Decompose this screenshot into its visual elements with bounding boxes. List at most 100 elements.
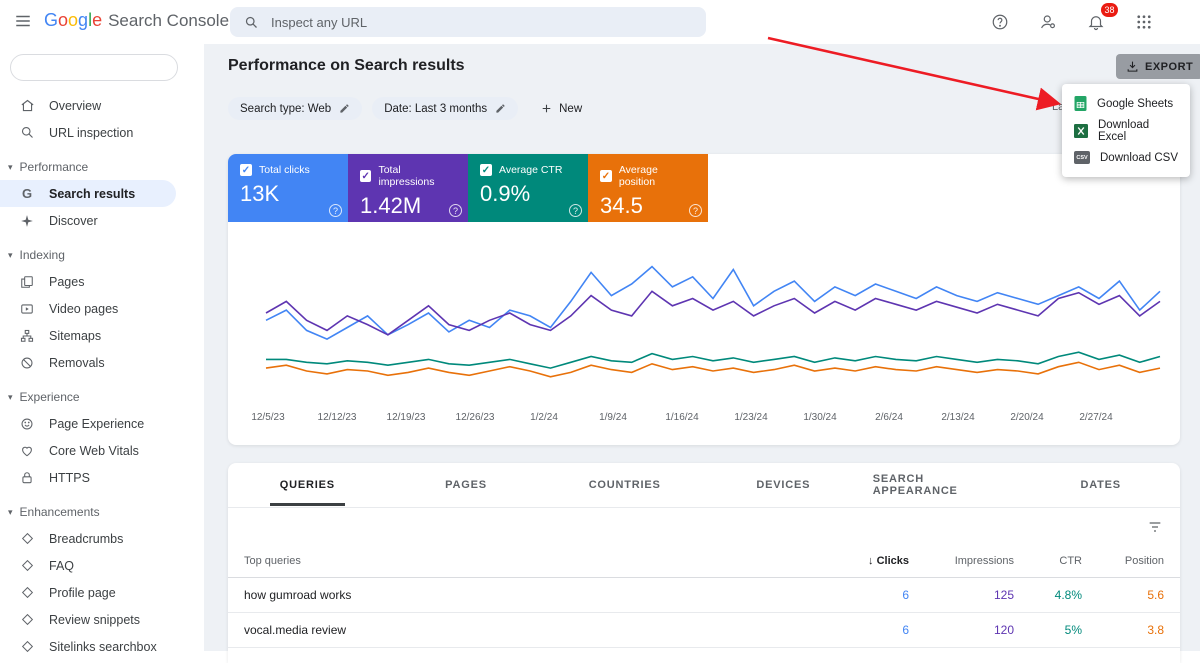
- chevron-down-icon: ▾: [8, 161, 13, 172]
- tab-label: SEARCH APPEARANCE: [872, 473, 958, 497]
- menu-item-label: Google Sheets: [1097, 97, 1174, 110]
- heart-pulse-icon: [18, 444, 36, 458]
- sidebar-item-https[interactable]: HTTPS: [0, 464, 204, 491]
- export-button-label: EXPORT: [1145, 60, 1194, 73]
- total-clicks-card[interactable]: ✓ Total clicks 13K ?: [228, 154, 348, 222]
- export-button[interactable]: EXPORT: [1116, 54, 1200, 79]
- page-title: Performance on Search results: [228, 57, 465, 74]
- sidebar-item-page-experience[interactable]: Page Experience: [0, 410, 204, 437]
- sidebar-item-faq[interactable]: FAQ: [0, 552, 204, 579]
- section-label: Performance: [19, 160, 89, 174]
- metric-label: Total impressions: [378, 164, 435, 188]
- tab-search-appearance[interactable]: SEARCH APPEARANCE: [863, 463, 1022, 507]
- help-circle-icon[interactable]: ?: [569, 204, 582, 217]
- filter-list-icon[interactable]: [1144, 516, 1166, 538]
- sidebar-section-indexing[interactable]: ▾ Indexing: [0, 242, 204, 268]
- sidebar-item-profile-page[interactable]: Profile page: [0, 579, 204, 606]
- product-name: Search Console: [108, 11, 230, 30]
- average-ctr-card[interactable]: ✓ Average CTR 0.9% ?: [468, 154, 588, 222]
- column-header-clicks[interactable]: ↓ Clicks: [789, 555, 909, 567]
- menu-item-download-csv[interactable]: CSV Download CSV: [1062, 144, 1190, 171]
- tab-label: COUNTRIES: [588, 479, 661, 491]
- sidebar-item-label: Search results: [49, 186, 136, 201]
- sidebar-item-video-pages[interactable]: Video pages: [0, 295, 204, 322]
- x-axis-label: 12/19/23: [386, 412, 426, 423]
- sidebar-item-removals[interactable]: Removals: [0, 349, 204, 376]
- user-settings-icon[interactable]: [1032, 6, 1064, 38]
- sidebar-item-url-inspection[interactable]: URL inspection: [0, 119, 204, 146]
- sidebar-item-review-snippets[interactable]: Review snippets: [0, 606, 204, 633]
- chip-label: Search type: Web: [240, 102, 332, 115]
- tab-label: DEVICES: [756, 479, 811, 491]
- average-position-card[interactable]: ✓ Average position 34.5 ?: [588, 154, 708, 222]
- sidebar-item-discover[interactable]: Discover: [0, 207, 204, 234]
- x-axis-label: 1/9/24: [599, 412, 627, 423]
- column-header-position[interactable]: Position: [1082, 555, 1164, 567]
- tab-countries[interactable]: COUNTRIES: [545, 463, 704, 507]
- search-input[interactable]: [271, 14, 651, 30]
- logo-letter: g: [78, 10, 89, 30]
- date-filter-chip[interactable]: Date: Last 3 months: [372, 97, 519, 120]
- x-axis-label: 12/26/23: [455, 412, 495, 423]
- tab-pages[interactable]: PAGES: [387, 463, 546, 507]
- sidebar-section-performance[interactable]: ▾ Performance: [0, 154, 204, 180]
- table-tabs: QUERIES PAGES COUNTRIES DEVICES SEARCH A…: [228, 463, 1180, 508]
- sidebar-nav: Overview URL inspection ▾ Performance G …: [0, 92, 204, 660]
- column-header-ctr[interactable]: CTR: [1014, 555, 1082, 567]
- column-header-impressions[interactable]: Impressions: [909, 555, 1014, 567]
- menu-item-google-sheets[interactable]: Google Sheets: [1062, 90, 1190, 117]
- new-filter-button[interactable]: New: [528, 97, 594, 120]
- sidebar-item-breadcrumbs[interactable]: Breadcrumbs: [0, 525, 204, 552]
- csv-icon: CSV: [1074, 151, 1090, 164]
- query-cell[interactable]: how gumroad works: [244, 588, 789, 602]
- table-row[interactable]: vocal.media review 6 120 5% 3.8: [228, 613, 1180, 648]
- sidebar-item-search-results[interactable]: G Search results: [0, 180, 176, 207]
- sidebar-item-sitelinks-searchbox[interactable]: Sitelinks searchbox: [0, 633, 204, 660]
- sidebar-section-enhancements[interactable]: ▾ Enhancements: [0, 499, 204, 525]
- chip-label: Date: Last 3 months: [384, 102, 488, 115]
- google-logo: Google: [44, 10, 102, 31]
- notifications-bell-icon[interactable]: 38: [1080, 3, 1118, 38]
- sidebar-item-sitemaps[interactable]: Sitemaps: [0, 322, 204, 349]
- metric-value: 13K: [240, 181, 280, 206]
- menu-item-label: Download CSV: [1100, 151, 1178, 164]
- topbar-actions: 38: [984, 3, 1160, 38]
- url-inspect-searchbar[interactable]: [230, 7, 706, 37]
- help-circle-icon[interactable]: ?: [329, 204, 342, 217]
- pages-copy-icon: [18, 275, 36, 289]
- column-header-top-queries[interactable]: Top queries: [244, 555, 789, 567]
- query-cell[interactable]: vocal.media review: [244, 623, 789, 637]
- position-cell: 5.6: [1147, 588, 1164, 602]
- checkbox-checked-icon[interactable]: ✓: [600, 170, 612, 182]
- sidebar-item-pages[interactable]: Pages: [0, 268, 204, 295]
- total-impressions-card[interactable]: ✓ Total impressions 1.42M ?: [348, 154, 468, 222]
- tab-queries[interactable]: QUERIES: [228, 463, 387, 507]
- table-row[interactable]: how gumroad works 6 125 4.8% 5.6: [228, 578, 1180, 613]
- tab-devices[interactable]: DEVICES: [704, 463, 863, 507]
- checkbox-checked-icon[interactable]: ✓: [240, 164, 252, 176]
- chart-line-position: [265, 361, 1161, 378]
- app-logo[interactable]: Google Search Console: [44, 10, 229, 31]
- apps-grid-icon[interactable]: [1128, 6, 1160, 38]
- sidebar-item-core-web-vitals[interactable]: Core Web Vitals: [0, 437, 204, 464]
- checkbox-checked-icon[interactable]: ✓: [360, 170, 372, 182]
- checkbox-checked-icon[interactable]: ✓: [480, 164, 492, 176]
- menu-item-download-excel[interactable]: Download Excel: [1062, 117, 1190, 144]
- help-circle-icon[interactable]: ?: [449, 204, 462, 217]
- help-icon[interactable]: [984, 6, 1016, 38]
- sidebar-item-label: Review snippets: [49, 612, 141, 627]
- table-filter-row: [228, 508, 1180, 544]
- column-header-label: Clicks: [876, 554, 909, 567]
- property-selector-dropdown[interactable]: [10, 54, 178, 81]
- sidebar-item-overview[interactable]: Overview: [0, 92, 204, 119]
- enhancement-tag-icon: [18, 613, 36, 626]
- x-axis-label: 1/23/24: [734, 412, 768, 423]
- video-icon: [18, 302, 36, 316]
- tab-dates[interactable]: DATES: [1021, 463, 1180, 507]
- help-circle-icon[interactable]: ?: [689, 204, 702, 217]
- sidebar-section-experience[interactable]: ▾ Experience: [0, 384, 204, 410]
- clicks-cell: 6: [902, 588, 909, 602]
- search-type-filter-chip[interactable]: Search type: Web: [228, 97, 363, 120]
- hamburger-menu-icon[interactable]: [14, 12, 32, 30]
- edit-pencil-icon: [495, 103, 506, 114]
